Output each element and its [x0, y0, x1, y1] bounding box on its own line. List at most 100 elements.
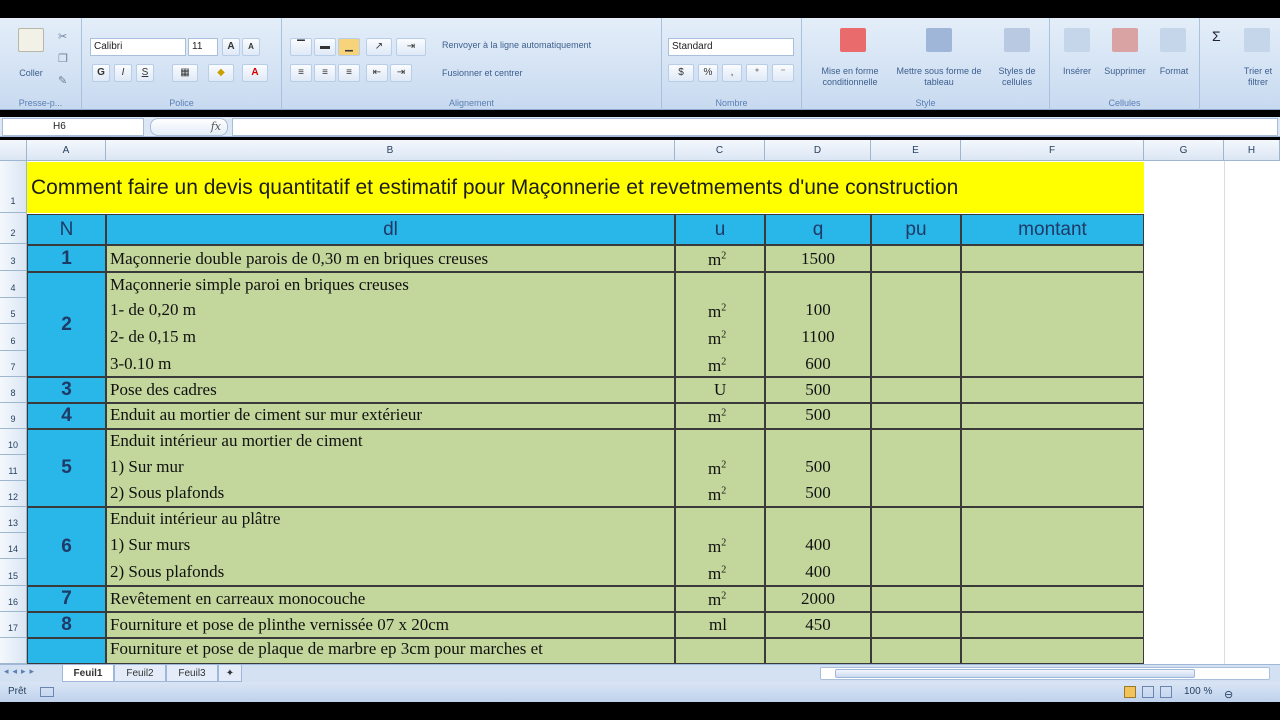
font-name-select[interactable]: Calibri: [90, 38, 186, 56]
tab-feuil3[interactable]: Feuil3: [166, 665, 218, 682]
align-top-icon[interactable]: ▔: [290, 38, 312, 56]
cell-n-8[interactable]: 8: [27, 612, 106, 638]
currency-icon[interactable]: $: [668, 64, 694, 82]
row-header[interactable]: 4: [0, 271, 27, 298]
row-header[interactable]: 17: [0, 612, 27, 638]
cell-montant-2[interactable]: [961, 272, 1144, 377]
cell-n-4[interactable]: 4: [27, 403, 106, 429]
header-dl[interactable]: dl: [106, 214, 675, 245]
copy-icon[interactable]: ❐: [58, 52, 68, 65]
header-pu[interactable]: pu: [871, 214, 961, 245]
cell-pu-1[interactable]: [871, 245, 961, 272]
font-color-button[interactable]: A: [242, 64, 268, 82]
row-header[interactable]: 14: [0, 533, 27, 559]
row-header[interactable]: 7: [0, 351, 27, 377]
sheet-title-cell[interactable]: Comment faire un devis quantitatif et es…: [27, 162, 1144, 213]
fill-color-icon[interactable]: ◆: [208, 64, 234, 82]
column-header-g[interactable]: G: [1144, 140, 1224, 161]
increase-indent-icon[interactable]: ⇥: [390, 64, 412, 82]
indent-icon[interactable]: ⇥: [396, 38, 426, 56]
column-header-b[interactable]: B: [106, 140, 675, 161]
sort-filter-button[interactable]: Trier et filtrer: [1236, 66, 1280, 88]
cell-n-9[interactable]: [27, 638, 106, 664]
name-box[interactable]: H6: [2, 118, 144, 136]
macro-record-icon[interactable]: [40, 687, 54, 697]
sort-filter-icon[interactable]: [1244, 28, 1270, 52]
column-header-d[interactable]: D: [765, 140, 871, 161]
row-header[interactable]: 16: [0, 586, 27, 612]
row-header[interactable]: 8: [0, 377, 27, 403]
format-cells-icon[interactable]: [1160, 28, 1186, 52]
cell-pu-7[interactable]: [871, 586, 961, 612]
row-header[interactable]: 6: [0, 324, 27, 351]
column-header-c[interactable]: C: [675, 140, 765, 161]
page-break-icon[interactable]: [1160, 686, 1172, 698]
row-header[interactable]: 11: [0, 455, 27, 481]
cell-u-9[interactable]: [675, 638, 765, 664]
new-sheet-icon[interactable]: ✦: [218, 665, 242, 682]
row-header[interactable]: 10: [0, 429, 27, 455]
bold-button[interactable]: G: [92, 64, 110, 82]
conditional-format-icon[interactable]: [840, 28, 866, 52]
scrollbar-thumb[interactable]: [835, 669, 1195, 678]
select-all-corner[interactable]: [0, 140, 27, 161]
number-format-select[interactable]: Standard: [668, 38, 794, 56]
header-u[interactable]: u: [675, 214, 765, 245]
cell-pu-4[interactable]: [871, 403, 961, 429]
underline-button[interactable]: S: [136, 64, 154, 82]
column-header-a[interactable]: A: [27, 140, 106, 161]
paste-button-label[interactable]: Coller: [8, 68, 54, 79]
shrink-font-button[interactable]: A: [242, 38, 260, 56]
format-as-table-button[interactable]: Mettre sous forme de tableau: [894, 66, 984, 88]
delete-cells-icon[interactable]: [1112, 28, 1138, 52]
tab-feuil1[interactable]: Feuil1: [62, 665, 114, 682]
cell-styles-button[interactable]: Styles de cellules: [986, 66, 1048, 88]
decrease-indent-icon[interactable]: ⇤: [366, 64, 388, 82]
fx-icon[interactable]: fx: [150, 118, 228, 136]
cell-montant-9[interactable]: [961, 638, 1144, 664]
align-middle-icon[interactable]: ▬: [314, 38, 336, 56]
cell-pu-8[interactable]: [871, 612, 961, 638]
cell-pu-3[interactable]: [871, 377, 961, 403]
cell-montant-8[interactable]: [961, 612, 1144, 638]
insert-cells-button[interactable]: Insérer: [1052, 66, 1102, 77]
align-left-icon[interactable]: ≡: [290, 64, 312, 82]
tab-nav-arrows-icon[interactable]: ◂◂▸▸: [4, 666, 38, 677]
row-header[interactable]: 5: [0, 298, 27, 324]
borders-icon[interactable]: ▦: [172, 64, 198, 82]
cell-n-5[interactable]: 5: [27, 429, 106, 507]
column-header-e[interactable]: E: [871, 140, 961, 161]
cut-icon[interactable]: ✂: [58, 30, 67, 43]
autosum-button[interactable]: Σ: [1212, 28, 1221, 44]
cell-styles-icon[interactable]: [1004, 28, 1030, 52]
align-bottom-icon[interactable]: ▁: [338, 38, 360, 56]
cell-montant-6[interactable]: [961, 507, 1144, 586]
zoom-out-icon[interactable]: ⊖: [1224, 685, 1233, 705]
italic-button[interactable]: I: [114, 64, 132, 82]
header-montant[interactable]: montant: [961, 214, 1144, 245]
delete-cells-button[interactable]: Supprimer: [1096, 66, 1154, 77]
cell-pu-5[interactable]: [871, 429, 961, 507]
row-header[interactable]: 2: [0, 213, 27, 244]
cell-montant-1[interactable]: [961, 245, 1144, 272]
orientation-icon[interactable]: ↗: [366, 38, 392, 56]
tab-feuil2[interactable]: Feuil2: [114, 665, 166, 682]
cell-pu-6[interactable]: [871, 507, 961, 586]
cell-n-7[interactable]: 7: [27, 586, 106, 612]
row-header[interactable]: 12: [0, 481, 27, 507]
format-as-table-icon[interactable]: [926, 28, 952, 52]
formula-input[interactable]: [232, 118, 1278, 136]
conditional-format-button[interactable]: Mise en forme conditionnelle: [806, 66, 894, 88]
row-header[interactable]: 1: [0, 161, 27, 213]
cell-pu-2[interactable]: [871, 272, 961, 377]
comma-style-icon[interactable]: ,: [722, 64, 742, 82]
cell-pu-9[interactable]: [871, 638, 961, 664]
cell-n-3[interactable]: 3: [27, 377, 106, 403]
align-center-icon[interactable]: ≡: [314, 64, 336, 82]
percent-icon[interactable]: %: [698, 64, 718, 82]
row-header[interactable]: 13: [0, 507, 27, 533]
insert-cells-icon[interactable]: [1064, 28, 1090, 52]
merge-center-button[interactable]: Fusionner et centrer: [442, 68, 523, 78]
cell-montant-7[interactable]: [961, 586, 1144, 612]
grow-font-button[interactable]: A: [222, 38, 240, 56]
